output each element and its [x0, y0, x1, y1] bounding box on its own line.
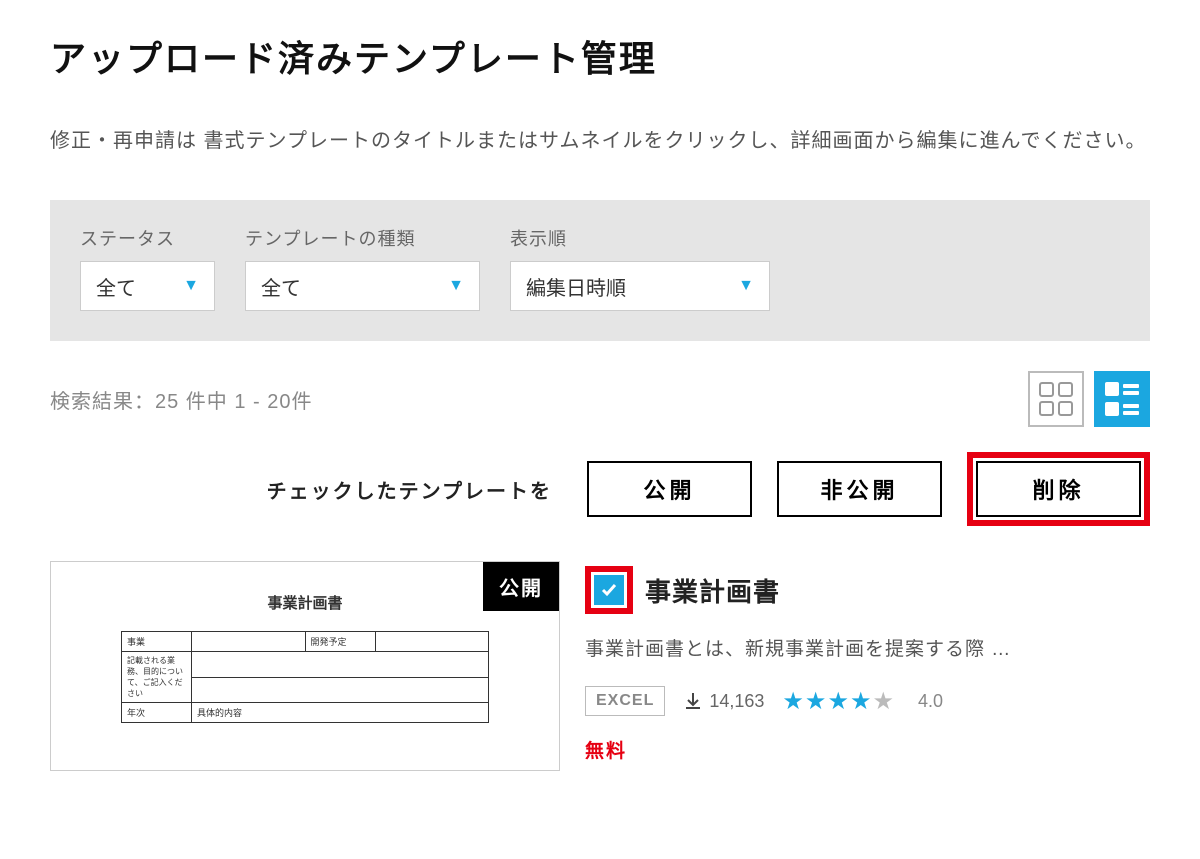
thumb-doc-title: 事業計画書 [121, 592, 489, 613]
item-title[interactable]: 事業計画書 [645, 572, 780, 609]
chevron-down-icon: ▼ [738, 277, 754, 295]
list-view-button[interactable] [1094, 371, 1150, 427]
filter-status-label: ステータス [80, 225, 215, 251]
rating-stars: ★ ★ ★ ★ ★ [782, 687, 894, 716]
grid-icon [1039, 382, 1073, 416]
star-empty-icon: ★ [872, 687, 894, 716]
format-badge: EXCEL [585, 686, 665, 716]
filter-sort-label: 表示順 [510, 225, 770, 251]
download-icon [683, 691, 703, 711]
check-icon [599, 580, 619, 600]
thumb-doc-table: 事業開発予定 記載される業務、目的について、ご記入ください 年次具体的内容 [121, 631, 489, 723]
unpublish-button[interactable]: 非公開 [777, 461, 942, 517]
download-count: 14,163 [709, 691, 764, 712]
filter-type-label: テンプレートの種類 [245, 225, 480, 251]
filter-type-value: 全て [261, 272, 301, 301]
star-icon: ★ [782, 687, 804, 716]
checkbox-highlight [585, 566, 633, 614]
star-icon: ★ [827, 687, 849, 716]
bulk-action-label: チェックしたテンプレートを [267, 475, 552, 504]
chevron-down-icon: ▼ [183, 277, 199, 295]
filter-type-select[interactable]: 全て ▼ [245, 261, 480, 311]
status-badge: 公開 [483, 562, 559, 611]
list-icon [1105, 382, 1139, 416]
rating-number: 4.0 [918, 691, 943, 712]
star-icon: ★ [805, 687, 827, 716]
publish-button[interactable]: 公開 [587, 461, 752, 517]
page-description: 修正・再申請は 書式テンプレートのタイトルまたはサムネイルをクリックし、詳細画面… [50, 122, 1150, 160]
filter-status-value: 全て [96, 272, 136, 301]
delete-highlight: 削除 [967, 452, 1150, 526]
grid-view-button[interactable] [1028, 371, 1084, 427]
price-label: 無料 [585, 736, 1150, 763]
star-icon: ★ [850, 687, 872, 716]
page-title: アップロード済みテンプレート管理 [50, 30, 1150, 82]
template-thumbnail[interactable]: 事業計画書 事業開発予定 記載される業務、目的について、ご記入ください 年次具体… [50, 561, 560, 771]
filter-sort-select[interactable]: 編集日時順 ▼ [510, 261, 770, 311]
item-checkbox[interactable] [594, 575, 624, 605]
delete-button[interactable]: 削除 [976, 461, 1141, 517]
template-item: 事業計画書 事業開発予定 記載される業務、目的について、ご記入ください 年次具体… [50, 561, 1150, 771]
results-count: 検索結果：25 件中 1 - 20件 [50, 385, 313, 414]
item-description: 事業計画書とは、新規事業計画を提案する際 … [585, 634, 1150, 661]
filter-bar: ステータス 全て ▼ テンプレートの種類 全て ▼ 表示順 編集日時順 ▼ [50, 200, 1150, 341]
chevron-down-icon: ▼ [448, 277, 464, 295]
filter-sort-value: 編集日時順 [526, 272, 626, 301]
filter-status-select[interactable]: 全て ▼ [80, 261, 215, 311]
